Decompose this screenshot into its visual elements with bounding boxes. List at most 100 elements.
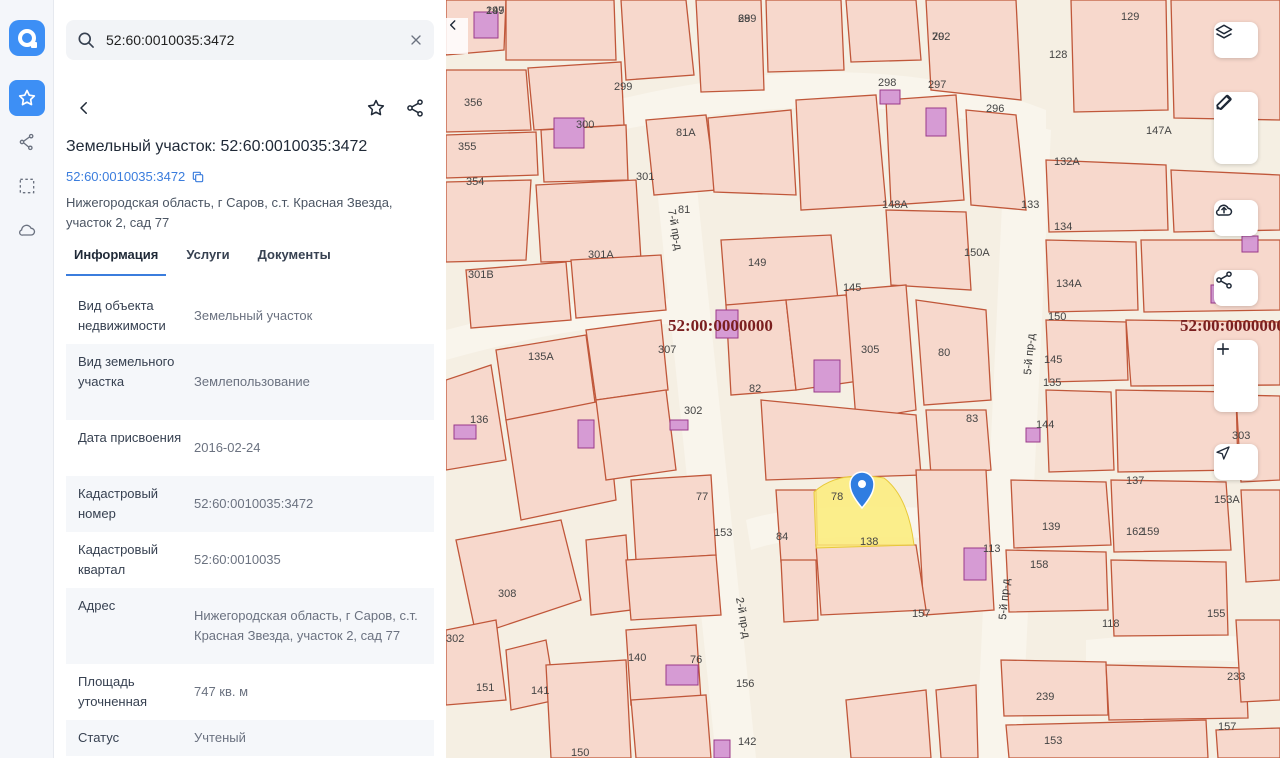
parcel-number: 70 [932,31,944,43]
parcel-number: 307 [658,344,676,356]
parcel-polygon [720,234,839,306]
upload-icon [1215,204,1233,216]
parcel-number: 301 [636,171,654,183]
zoom-out-icon [1217,348,1229,350]
parcel-polygon [925,409,992,476]
route-icon [19,133,34,151]
parcel-polygon [1045,319,1129,383]
parcel-number: 133 [1021,199,1039,211]
info-value: Землепользование [194,374,310,389]
parcel-number: 233 [1227,671,1245,683]
cadastral-number-text[interactable]: 52:60:0010035:3472 [66,169,185,184]
quarter-label: 52:00:0000000 [668,316,773,335]
zoom-out-button[interactable] [1214,348,1258,412]
parcel-number: 140 [628,652,646,664]
info-key: Дата присвоения [78,430,182,445]
info-key: Вид земельного участка [78,354,175,389]
parcel-number: 136 [470,414,488,426]
tab-information[interactable]: Информация [66,244,167,276]
info-key: Адрес [78,598,116,613]
parcel-polygon [570,254,667,319]
parcel-number: 81А [676,127,696,139]
parcel-number: 141 [531,685,549,697]
left-rail [0,0,54,758]
parcel-number: 156 [736,678,754,690]
parcel-polygon [455,519,582,636]
building [453,424,477,440]
cloud-button[interactable] [9,212,45,248]
map-share-button[interactable] [1214,270,1258,306]
upload-button[interactable] [1214,200,1258,236]
parcel-polygon [1010,479,1112,549]
selection-button[interactable] [9,168,45,204]
locate-icon [1216,446,1230,460]
parcel-number: 150 [1048,311,1066,323]
parcel-number: 150А [964,247,990,259]
parcel-number: 302 [446,633,464,645]
parcel-number: 134 [1054,221,1072,233]
parcel-number: 118 [1102,618,1120,630]
building [577,419,595,449]
layers-button[interactable] [1214,22,1258,58]
close-icon[interactable] [408,32,424,48]
parcel-address: Нижегородская область, г Саров, с.т. Кра… [66,195,393,230]
info-row: Вид земельного участка Землепользование [66,344,434,420]
info-table: Вид объекта недвижимости Земельный участ… [66,288,434,756]
location-pin-dot [858,480,866,488]
building [879,89,901,105]
favorite-button[interactable] [362,94,390,122]
edit-button[interactable] [1214,95,1258,164]
parcel-number: 81 [678,204,690,216]
share-control [1214,270,1258,306]
search-icon[interactable] [76,30,96,50]
tab-documents[interactable]: Документы [250,244,339,276]
route-button[interactable] [9,124,45,160]
parcel-number: 77 [696,491,708,503]
parcel-number: 159 [1141,526,1159,538]
layers-control [1214,22,1258,58]
collapse-panel-button[interactable] [446,18,468,54]
parcel-number: 356 [464,97,482,109]
favorites-button[interactable] [9,80,45,116]
parcel-polygon [446,69,532,133]
parcel-number: 302 [684,405,702,417]
parcel-polygon [965,109,1027,211]
parcel-polygon [1110,559,1229,637]
info-value: 2016-02-24 [194,440,261,455]
logo-icon[interactable] [9,20,45,56]
cloud-icon [18,224,36,236]
parcel-polygon [625,554,722,621]
page-title: Земельный участок: 52:60:0010035:3472 [66,138,368,155]
parcel-number: 355 [458,141,476,153]
info-key: Площадь уточненная [78,674,148,709]
parcel-number: 82 [749,383,761,395]
parcel-polygon [935,684,979,758]
locate-button[interactable] [1214,444,1258,480]
info-value: 52:60:0010035 [194,552,281,567]
building [713,739,731,758]
parcel-number: 296 [986,103,1004,115]
parcel-polygon [620,0,695,81]
cadastral-map[interactable]: 7-й пр-д 2-й пр-д 5-й пр-д 5-й пр-д 52:00:00… [446,0,1280,758]
parcel-polygon [1045,239,1139,313]
copy-icon[interactable] [191,170,205,184]
cadastral-number-link[interactable]: 52:60:0010035:3472 [66,169,205,184]
parcel-number: 144 [1036,419,1054,431]
search-input[interactable] [106,28,396,52]
parcel-number: 297 [928,79,946,91]
tools-control [1214,92,1258,164]
map-canvas[interactable]: 7-й пр-д2-й пр-д5-й пр-д5-й пр-д52:00:00… [446,0,1280,758]
share-button[interactable] [401,94,429,122]
parcel-number: 301В [468,269,494,281]
parcel-number: 69 [738,13,750,25]
parcel-number: 80 [938,347,950,359]
parcel-polygon [446,179,532,263]
star-icon [18,89,36,106]
parcel-polygon [595,389,677,481]
back-button[interactable] [70,94,98,122]
tab-bar: Информация Услуги Документы [66,244,339,276]
tab-services[interactable]: Услуги [178,244,237,276]
parcel-number: 76 [690,654,702,666]
info-key: Статус [78,730,120,745]
parcel-number: 301А [588,249,614,261]
